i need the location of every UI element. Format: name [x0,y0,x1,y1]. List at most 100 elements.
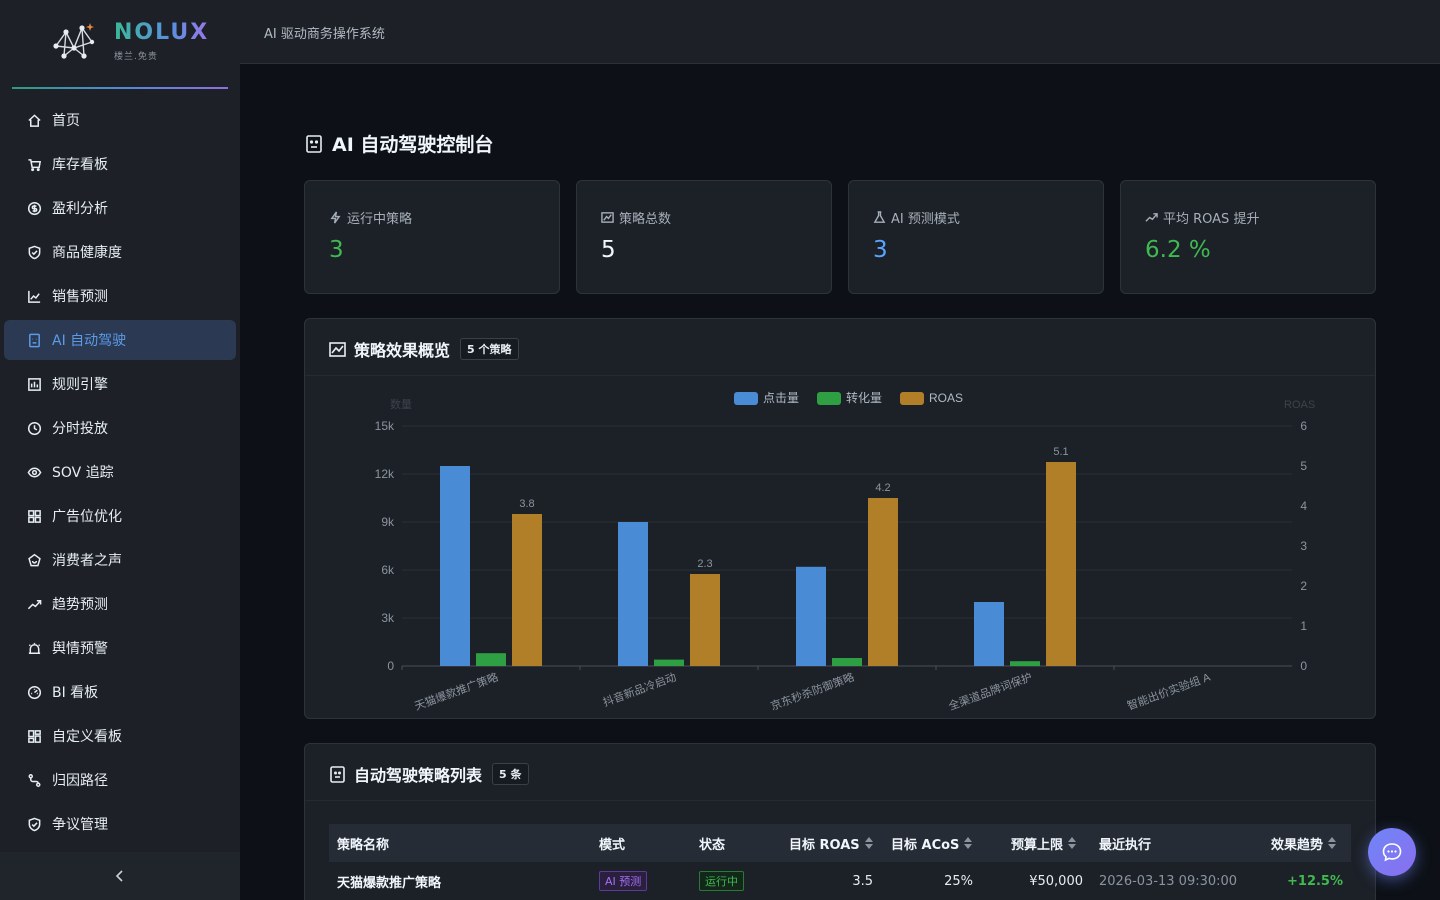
line-chart-icon [26,288,42,304]
sort-icon [864,836,873,850]
y-tick-label: 6k [381,563,395,577]
sort-icon [964,836,973,850]
sidebar-item-shield[interactable]: 争议管理 [4,804,236,844]
layout-icon [26,728,42,744]
home-icon [26,112,42,128]
sidebar-item-megaphone[interactable]: 消费者之声 [4,540,236,580]
col-target-roas[interactable]: 目标 ROAS [789,824,873,862]
cell-strategy-name[interactable]: 天猫爆款推广策略 [337,862,441,900]
overview-card: 策略效果概览 5 个策略 0 3k 6k 9k 12k 15k 0 1 2 3 4 5 6 数量 ROAS 点… [304,318,1376,719]
bar-value-label: 4.2 [875,482,890,494]
col-status: 状态 [699,837,726,853]
stat-card-ai-mode: AI 预测模式 3 [848,180,1104,294]
sidebar-item-dashboard[interactable]: BI 看板 [4,672,236,712]
dashboard-icon [26,684,42,700]
table-row[interactable]: 天猫爆款推广策略 AI 预测 运行中 3.5 25% ¥50,000 2026-… [329,862,1351,900]
collapse-sidebar-button[interactable] [0,852,240,900]
col-last-run: 最近执行 [1099,837,1152,853]
clock-icon [26,420,42,436]
sidebar-item-label: 趋势预测 [52,597,108,613]
cell-target-acos: 25% [944,873,973,889]
bar-点击量 [974,602,1004,666]
sidebar-item-layout[interactable]: 自定义看板 [4,716,236,756]
stat-label: 策略总数 [619,212,672,227]
topbar-title: AI 驱动商务操作系统 [264,27,385,42]
sidebar-item-clock[interactable]: 分时投放 [4,408,236,448]
overview-chart: 0 3k 6k 9k 12k 15k 0 1 2 3 4 5 6 数量 ROAS 点击量 转化量 ROAS 3.8 天… [375,390,1316,713]
legend-swatch [734,392,758,405]
x-tick-label: 天猫爆款推广策略 [413,670,500,713]
sidebar-item-eye[interactable]: SOV 追踪 [4,452,236,492]
cell-last-run: 2026-03-13 09:30:00 [1099,873,1238,889]
status-badge: 运行中 [699,871,744,891]
bar-点击量 [440,466,470,666]
y-axis-label: 数量 [390,398,412,411]
stat-label: 运行中策略 [347,212,413,227]
bolt-icon [330,211,341,224]
sidebar-item-label: 分时投放 [52,421,108,437]
legend-label: 转化量 [846,390,882,405]
y2-tick-label: 6 [1300,419,1307,433]
trend-icon [26,596,42,612]
sidebar-item-home[interactable]: 首页 [4,100,236,140]
logo-mark-icon [53,23,95,59]
bar-ROAS [690,574,720,666]
legend-label: ROAS [929,391,963,405]
sidebar-item-grid[interactable]: 广告位优化 [4,496,236,536]
table-count-tag: 5 条 [492,763,529,785]
x-tick-label: 京东秒杀防御策略 [769,670,856,713]
y-tick-label: 9k [381,515,395,529]
path-icon [26,772,42,788]
sidebar-item-alarm[interactable]: 舆情预警 [4,628,236,668]
sort-icon [1328,836,1337,850]
sidebar-item-path[interactable]: 归因路径 [4,760,236,800]
shield-icon [26,816,42,832]
cell-target-roas: 3.5 [852,873,873,889]
topbar: AI 驱动商务操作系统 [240,0,1440,64]
col-target-acos[interactable]: 目标 ACoS [891,824,973,862]
sidebar-item-label: 广告位优化 [52,509,122,525]
sidebar-nav: 首页 库存看板 盈利分析 商品健康度销售预测 AI 自动驾驶 规则引擎分时投放 SOV 追踪… [4,100,236,848]
cell-mode: AI 预测 [599,862,648,900]
shield-check-icon [26,244,42,260]
sidebar-item-label: 销售预测 [52,289,108,305]
bar-ROAS [868,498,898,666]
y-tick-label: 3k [381,611,395,625]
bar-value-label: 5.1 [1053,446,1068,458]
sidebar-item-cart[interactable]: 库存看板 [4,144,236,184]
robot-icon [330,765,345,783]
bar-ROAS [512,514,542,666]
bar-转化量 [654,659,684,666]
sidebar-item-line-chart[interactable]: 销售预测 [4,276,236,316]
sidebar-item-dollar-circle[interactable]: 盈利分析 [4,188,236,228]
sidebar-item-trend[interactable]: 趋势预测 [4,584,236,624]
grid-icon [26,508,42,524]
col-trend[interactable]: 效果趋势 [1271,824,1337,862]
y2-tick-label: 5 [1300,459,1307,473]
col-strategy-name: 策略名称 [337,837,390,853]
y-tick-label: 0 [387,659,394,673]
table-title: 自动驾驶策略列表 [354,766,483,785]
legend-swatch [900,392,924,405]
legend-swatch [817,392,841,405]
bar-转化量 [1010,661,1040,666]
bar-转化量 [476,653,506,666]
cell-status: 运行中 [699,862,744,900]
chevron-left-icon [115,870,123,882]
sidebar-item-label: 归因路径 [52,773,108,789]
eye-icon [26,464,42,480]
sidebar-item-rules[interactable]: 规则引擎 [4,364,236,404]
rise-icon [1145,213,1158,222]
x-tick-label: 抖音新品冷启动 [601,670,678,709]
col-budget-cap[interactable]: 预算上限 [1011,824,1077,862]
sidebar-item-label: SOV 追踪 [52,465,114,481]
logo-divider [12,87,228,89]
stat-label: AI 预测模式 [891,212,960,227]
logo[interactable]: NOLUX 楼兰.免贵 [12,0,228,89]
chat-assistant-button[interactable] [1368,828,1416,876]
sidebar-item-robot[interactable]: AI 自动驾驶 [4,320,236,360]
sidebar-item-label: 自定义看板 [52,729,122,745]
y2-tick-label: 2 [1300,579,1307,593]
sidebar-item-shield-check[interactable]: 商品健康度 [4,232,236,272]
bar-ROAS [1046,462,1076,666]
